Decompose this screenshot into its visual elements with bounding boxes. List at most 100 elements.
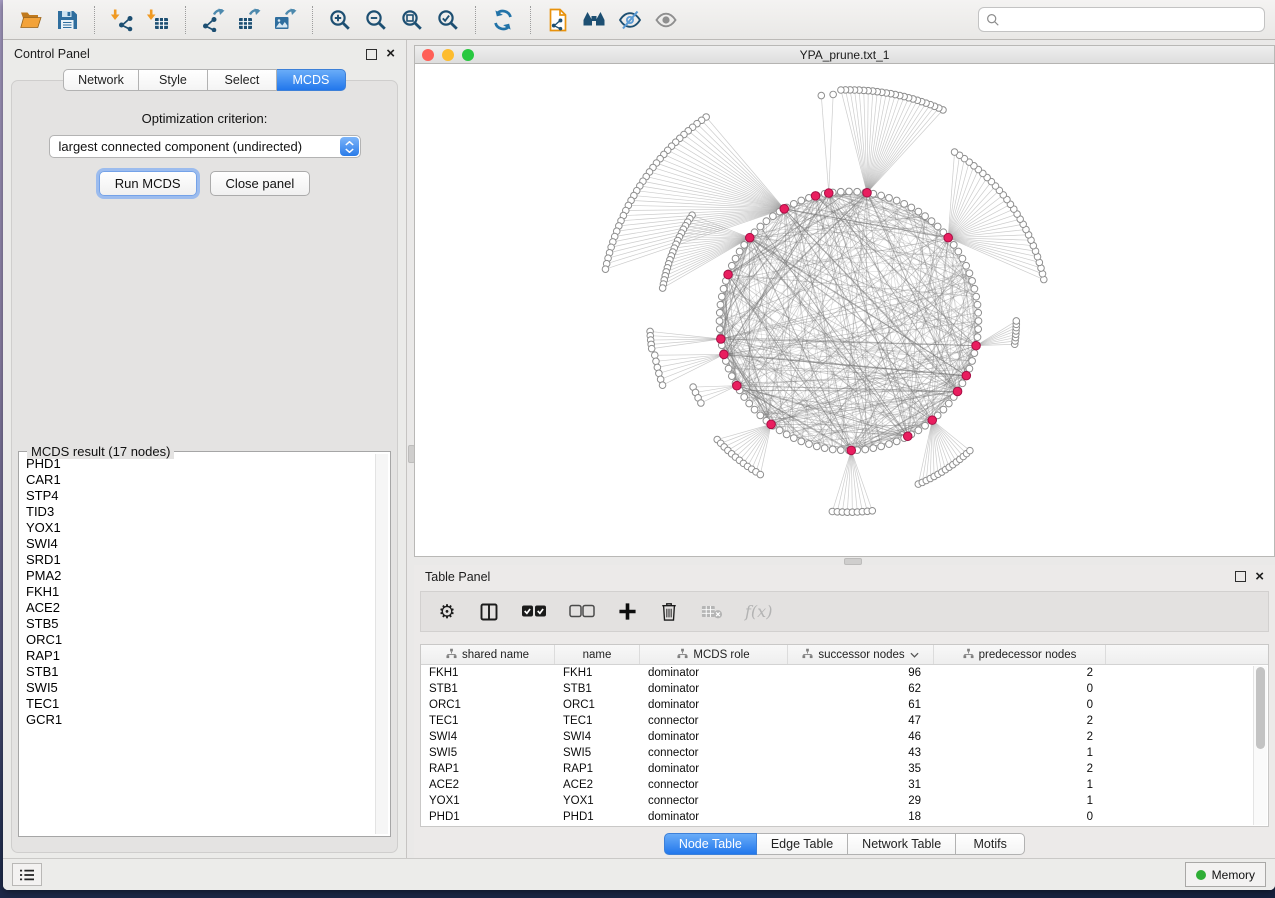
table-row[interactable]: RAP1RAP1dominator352 bbox=[421, 761, 1268, 777]
table-cell: dominator bbox=[640, 811, 788, 823]
new-network-from-selection-icon[interactable] bbox=[540, 4, 576, 36]
import-network-icon[interactable] bbox=[104, 4, 140, 36]
search-input[interactable] bbox=[1005, 12, 1257, 28]
table-row[interactable]: SWI4SWI4dominator462 bbox=[421, 729, 1268, 745]
mcds-result-item[interactable]: FKH1 bbox=[26, 584, 374, 600]
mcds-result-item[interactable]: TEC1 bbox=[26, 696, 374, 712]
binoculars-icon[interactable] bbox=[576, 4, 612, 36]
mcds-result-group: MCDS result (17 nodes) PHD1CAR1STP4TID3Y… bbox=[18, 451, 391, 837]
close-panel-button[interactable]: Close panel bbox=[210, 171, 311, 196]
zoom-fit-icon[interactable] bbox=[394, 4, 430, 36]
mcds-result-item[interactable]: RAP1 bbox=[26, 648, 374, 664]
mcds-result-item[interactable]: STB1 bbox=[26, 664, 374, 680]
show-all-icon[interactable] bbox=[648, 4, 684, 36]
mcds-result-item[interactable]: PMA2 bbox=[26, 568, 374, 584]
tab-network[interactable]: Network bbox=[63, 69, 139, 91]
column-header-successor-nodes[interactable]: successor nodes bbox=[788, 645, 934, 664]
status-bar: Memory bbox=[3, 858, 1275, 890]
table-cell: connector bbox=[640, 795, 788, 807]
mcds-result-item[interactable]: YOX1 bbox=[26, 520, 374, 536]
mcds-result-item[interactable]: SWI4 bbox=[26, 536, 374, 552]
mcds-result-item[interactable]: TID3 bbox=[26, 504, 374, 520]
tab-motifs[interactable]: Motifs bbox=[956, 833, 1025, 855]
table-row[interactable]: ORC1ORC1dominator610 bbox=[421, 697, 1268, 713]
close-panel-icon[interactable]: × bbox=[386, 49, 395, 59]
tab-style[interactable]: Style bbox=[139, 69, 208, 91]
mcds-result-item[interactable]: STP4 bbox=[26, 488, 374, 504]
float-panel-icon[interactable] bbox=[366, 49, 377, 60]
mcds-result-item[interactable]: CAR1 bbox=[26, 472, 374, 488]
zoom-in-icon[interactable] bbox=[322, 4, 358, 36]
tab-network-table[interactable]: Network Table bbox=[848, 833, 956, 855]
table-scrollbar[interactable] bbox=[1253, 666, 1267, 825]
mcds-list-scrollbar[interactable] bbox=[375, 454, 388, 834]
mcds-result-item[interactable]: SRD1 bbox=[26, 552, 374, 568]
mcds-result-item[interactable]: PHD1 bbox=[26, 456, 374, 472]
vertical-splitter[interactable] bbox=[407, 40, 414, 858]
horizontal-splitter[interactable] bbox=[414, 557, 1275, 565]
hide-selected-icon[interactable] bbox=[612, 4, 648, 36]
column-header-MCDS-role[interactable]: MCDS role bbox=[640, 645, 788, 664]
shared-column-icon bbox=[677, 648, 688, 662]
mcds-result-item[interactable]: ORC1 bbox=[26, 632, 374, 648]
optimization-criterion-select[interactable]: largest connected component (undirected) bbox=[49, 135, 361, 158]
float-table-panel-icon[interactable] bbox=[1235, 571, 1246, 582]
table-row[interactable]: SWI5SWI5connector431 bbox=[421, 745, 1268, 761]
mcds-result-item[interactable]: ACE2 bbox=[26, 600, 374, 616]
column-header-name[interactable]: name bbox=[555, 645, 640, 664]
select-all-icon[interactable] bbox=[521, 600, 547, 624]
run-mcds-button[interactable]: Run MCDS bbox=[99, 171, 197, 196]
zoom-out-icon[interactable] bbox=[358, 4, 394, 36]
export-image-icon[interactable] bbox=[267, 4, 303, 36]
table-cell: 31 bbox=[788, 779, 934, 791]
add-row-icon[interactable] bbox=[617, 600, 637, 624]
column-header-shared-name[interactable]: shared name bbox=[421, 645, 555, 664]
tab-edge-table[interactable]: Edge Table bbox=[757, 833, 848, 855]
deselect-all-icon[interactable] bbox=[569, 600, 595, 624]
shared-column-icon bbox=[963, 648, 974, 662]
import-table-icon[interactable] bbox=[140, 4, 176, 36]
save-icon[interactable] bbox=[49, 4, 85, 36]
open-file-icon[interactable] bbox=[13, 4, 49, 36]
table-row[interactable]: TEC1TEC1connector472 bbox=[421, 713, 1268, 729]
tab-mcds[interactable]: MCDS bbox=[277, 69, 346, 91]
table-row[interactable]: YOX1YOX1connector291 bbox=[421, 793, 1268, 809]
mcds-result-list: PHD1CAR1STP4TID3YOX1SWI4SRD1PMA2FKH1ACE2… bbox=[21, 456, 374, 834]
columns-icon[interactable] bbox=[479, 600, 499, 624]
zoom-selected-icon[interactable] bbox=[430, 4, 466, 36]
table-cell: 46 bbox=[788, 731, 934, 743]
export-network-icon[interactable] bbox=[195, 4, 231, 36]
table-cell: 61 bbox=[788, 699, 934, 711]
table-cell: STB1 bbox=[421, 683, 555, 695]
table-cell: dominator bbox=[640, 683, 788, 695]
network-graph[interactable] bbox=[415, 64, 1274, 556]
table-row[interactable]: FKH1FKH1dominator962 bbox=[421, 665, 1268, 681]
tab-node-table[interactable]: Node Table bbox=[664, 833, 757, 855]
table-row[interactable]: ACE2ACE2connector311 bbox=[421, 777, 1268, 793]
memory-button[interactable]: Memory bbox=[1185, 862, 1266, 887]
tab-select[interactable]: Select bbox=[208, 69, 277, 91]
table-row[interactable]: PHD1PHD1dominator180 bbox=[421, 809, 1268, 825]
network-canvas[interactable] bbox=[415, 64, 1274, 556]
export-table-icon[interactable] bbox=[231, 4, 267, 36]
table-cell: ORC1 bbox=[555, 699, 640, 711]
network-window-titlebar[interactable]: YPA_prune.txt_1 bbox=[415, 46, 1274, 64]
table-cell: TEC1 bbox=[555, 715, 640, 727]
refresh-icon[interactable] bbox=[485, 4, 521, 36]
horizontal-splitter-handle[interactable] bbox=[844, 558, 862, 565]
table-row[interactable]: STB1STB1dominator620 bbox=[421, 681, 1268, 697]
network-window-title: YPA_prune.txt_1 bbox=[415, 48, 1274, 62]
shared-column-icon bbox=[446, 648, 457, 662]
task-history-button[interactable] bbox=[12, 863, 42, 886]
close-table-panel-icon[interactable]: × bbox=[1255, 572, 1264, 582]
column-header-predecessor-nodes[interactable]: predecessor nodes bbox=[934, 645, 1106, 664]
trash-icon[interactable] bbox=[659, 600, 679, 624]
search-box[interactable] bbox=[978, 7, 1265, 32]
mcds-result-item[interactable]: STB5 bbox=[26, 616, 374, 632]
mcds-result-item[interactable]: SWI5 bbox=[26, 680, 374, 696]
table-cell: 0 bbox=[934, 683, 1106, 695]
table-scrollbar-thumb[interactable] bbox=[1256, 667, 1265, 749]
settings-gear-icon[interactable]: ⚙ bbox=[437, 600, 457, 624]
mcds-result-item[interactable]: GCR1 bbox=[26, 712, 374, 728]
table-cell: 18 bbox=[788, 811, 934, 823]
